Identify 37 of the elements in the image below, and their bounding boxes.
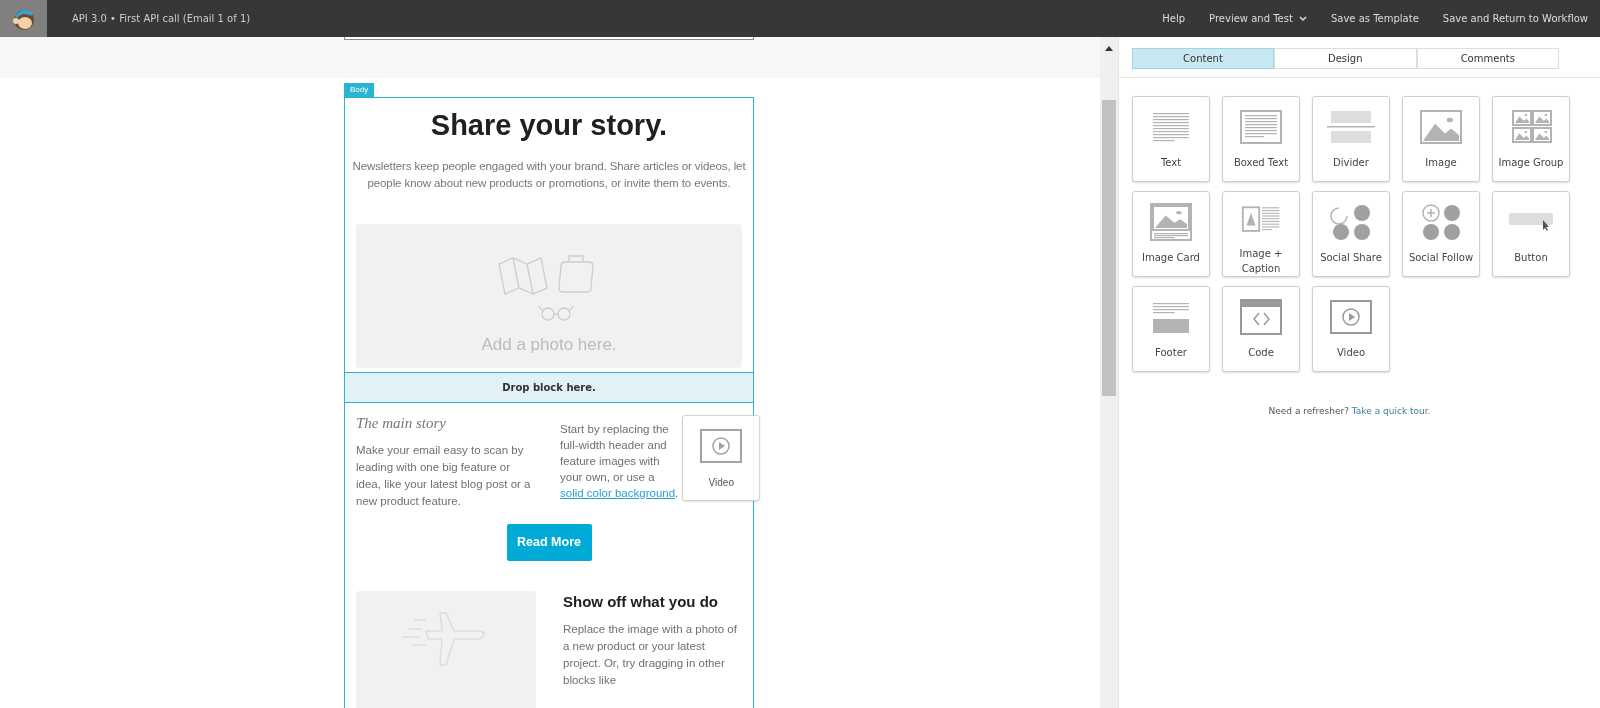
drop-zone: Drop block here. <box>345 371 753 403</box>
block-tile[interactable]: Video <box>1312 286 1390 372</box>
block-tile[interactable]: Footer <box>1132 286 1210 372</box>
story-title: The main story <box>356 414 447 432</box>
block-tile[interactable]: Social Follow <box>1402 191 1480 277</box>
top-menu-link[interactable]: Help <box>1150 11 1198 26</box>
email-title: API 3.0 • First API call (Email 1 of 1) <box>72 12 251 26</box>
block-tile[interactable]: Image Card <box>1132 191 1210 277</box>
scrollbar-thumb[interactable] <box>1102 100 1116 396</box>
top-menu-link[interactable]: Save and Return to Workflow <box>1430 11 1600 26</box>
feature-text: Replace the image with a photo of a new product or your latest project. Or, try dragging in other blocks like <box>563 622 738 688</box>
block-tile[interactable]: Button <box>1492 191 1570 277</box>
block-tile[interactable]: Boxed Text <box>1222 96 1300 182</box>
block-tile[interactable]: Image <box>1402 96 1480 182</box>
quick-tour-link[interactable]: Take a quick tour. <box>1351 406 1431 416</box>
top-menu-link[interactable]: Save as Template <box>1318 11 1431 26</box>
story-text: Start by replacing the full-width header and feature images with your own, or use a solid color background. <box>560 421 679 501</box>
block-tile[interactable]: Divider <box>1312 96 1390 182</box>
scroll-up-icon[interactable] <box>1105 45 1113 51</box>
panel-tab[interactable]: Content <box>1132 48 1274 69</box>
panel-tab[interactable]: Design <box>1274 48 1417 69</box>
intro-text: Newsletters keep people engaged with your brand. Share articles or videos, let people know about new products or promotions, or invite them to events. <box>351 158 747 191</box>
panel-tab[interactable]: Comments <box>1416 48 1559 69</box>
block-tile[interactable]: Video <box>682 414 761 501</box>
email-heading: Share your story. <box>429 108 669 143</box>
feature-title: Show off what you do <box>563 591 719 612</box>
block-tile[interactable]: Image Group <box>1492 96 1570 182</box>
block-tile[interactable]: Text <box>1132 96 1210 182</box>
section-tag: Body <box>344 83 375 97</box>
block-tile[interactable]: Social Share <box>1312 191 1390 277</box>
logo-tile[interactable] <box>0 0 47 37</box>
top-menu-link[interactable]: Preview and Test <box>1197 11 1319 26</box>
block-tile[interactable]: Image + Caption <box>1222 191 1300 277</box>
help-text: Need a refresher? Take a quick tour. <box>1267 405 1432 418</box>
block-tile[interactable]: Code <box>1222 286 1300 372</box>
story-text: Make your email easy to scan by leading with one big feature or idea, like your latest blog post or a new product feature. <box>356 442 532 509</box>
chevron-down-icon <box>1298 15 1307 22</box>
